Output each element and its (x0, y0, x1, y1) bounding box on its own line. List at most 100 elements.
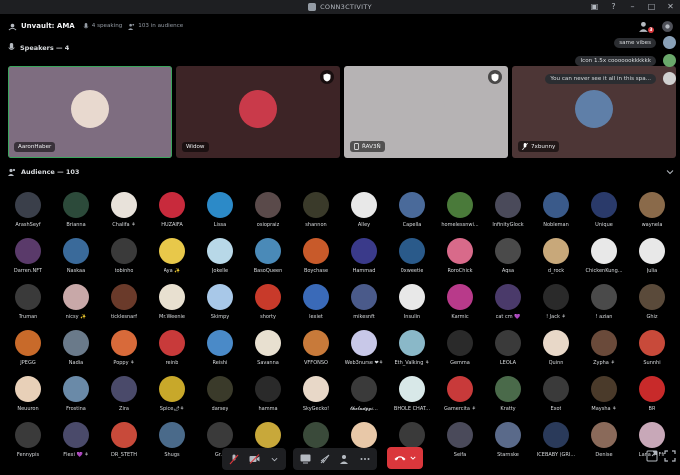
audience-member[interactable]: Naskaa (53, 238, 99, 282)
audience-member[interactable]: Fennypis (5, 422, 51, 466)
audience-member[interactable]: Seifa (437, 422, 483, 466)
fullscreen-icon[interactable] (664, 450, 676, 462)
speaker-tile[interactable]: Widow (176, 66, 340, 158)
audience-member[interactable]: cat cm 💜 (485, 284, 531, 328)
audience-member[interactable]: RoroChick (437, 238, 483, 282)
audience-member[interactable]: lexiet (293, 284, 339, 328)
audience-member[interactable]: Hammad (341, 238, 387, 282)
mic-muted-button[interactable] (228, 453, 240, 465)
audience-member[interactable]: Savanna (245, 330, 291, 374)
audience-member[interactable]: reinb (149, 330, 195, 374)
audience-member[interactable]: homelessnwi... (437, 192, 483, 236)
audience-member[interactable]: Truman (5, 284, 51, 328)
audience-member[interactable]: Web3nurse ❤⚘ (341, 330, 387, 374)
more-options-button[interactable] (359, 453, 371, 465)
audience-member[interactable]: Ghiz (629, 284, 675, 328)
audience-member[interactable]: shannon (293, 192, 339, 236)
audience-member[interactable]: Alley (341, 192, 387, 236)
chat-overlay: same vibes Icon 1.5x cooooookkkkkk You can… (476, 0, 676, 100)
audience-member[interactable]: Quinn (533, 330, 579, 374)
audience-member[interactable]: darsey (197, 376, 243, 420)
audience-member[interactable]: d_rock (533, 238, 579, 282)
audience-member[interactable]: ChickenKung... (581, 238, 627, 282)
audience-member[interactable]: 0xweetie (389, 238, 435, 282)
camera-options-chevron[interactable] (268, 453, 280, 465)
audience-member[interactable]: Nobleman (533, 192, 579, 236)
avatar (407, 89, 445, 128)
audience-member[interactable]: BasoQueen (245, 238, 291, 282)
audience-member[interactable]: Shugs (149, 422, 195, 466)
audience-member[interactable]: Nadia (53, 330, 99, 374)
audience-member[interactable]: nicsy ✨ (53, 284, 99, 328)
audience-member[interactable]: Flexi 💜 ⚘ (53, 422, 99, 466)
audience-member[interactable]: Maysha ⚘ (581, 376, 627, 420)
audience-member[interactable]: Denise (581, 422, 627, 466)
audience-member[interactable]: InfinityGlock (485, 192, 531, 236)
audience-member[interactable]: Aqsa (485, 238, 531, 282)
member-name: Neuuron (17, 406, 39, 412)
activities-button[interactable] (319, 453, 331, 465)
audience-member[interactable]: Sunnhi (629, 330, 675, 374)
audience-member[interactable]: DR_STETH (101, 422, 147, 466)
audience-member[interactable]: Skimpy (197, 284, 243, 328)
audience-member[interactable]: Exot (533, 376, 579, 420)
screen-share-button[interactable] (299, 453, 311, 465)
avatar (255, 238, 281, 264)
chevron-down-icon[interactable] (666, 168, 674, 176)
audience-member[interactable]: Frostina (53, 376, 99, 420)
audience-member[interactable]: Gemma (437, 330, 483, 374)
audience-member[interactable]: Reishi (197, 330, 243, 374)
audience-member[interactable]: Spice🌶⚘ (149, 376, 195, 420)
audience-member[interactable]: hamma (245, 376, 291, 420)
audience-member[interactable]: Zypha ⚘ (581, 330, 627, 374)
audience-member[interactable]: Insulin (389, 284, 435, 328)
audience-member[interactable]: HUZAIFA (149, 192, 195, 236)
audience-member[interactable]: Capella (389, 192, 435, 236)
audience-member[interactable]: mikesnft (341, 284, 387, 328)
audience-member[interactable]: Karmic (437, 284, 483, 328)
audience-member[interactable]: Zira (101, 376, 147, 420)
speaker-tile[interactable]: AaronHaber (8, 66, 172, 158)
audience-member[interactable]: Starnske (485, 422, 531, 466)
audience-member[interactable]: ICEBABY (GRI... (533, 422, 579, 466)
audience-member[interactable]: VFFONSO (293, 330, 339, 374)
audience-member[interactable]: SkyGecko! (293, 376, 339, 420)
audience-member[interactable]: Poppy ⚘ (101, 330, 147, 374)
audience-member[interactable]: ArashSeyf (5, 192, 51, 236)
audience-member[interactable]: Brianna (53, 192, 99, 236)
chat-message: same vibes (614, 38, 656, 48)
audience-member[interactable]: Julia (629, 238, 675, 282)
audience-member[interactable]: Eth_Valking ⚘ (389, 330, 435, 374)
chevron-down-icon (271, 457, 277, 461)
audience-member[interactable]: BHOLE CHAT... (389, 376, 435, 420)
leave-stage-button[interactable] (387, 447, 423, 469)
audience-member[interactable]: Mr.Weenie (149, 284, 195, 328)
avatar (207, 284, 233, 310)
audience-member[interactable]: LEOLA (485, 330, 531, 374)
audience-member[interactable]: tobinho (101, 238, 147, 282)
camera-off-button[interactable] (248, 453, 260, 465)
audience-member[interactable]: osiopraiz (245, 192, 291, 236)
audience-member[interactable]: JPEGG (5, 330, 51, 374)
audience-member[interactable]: Neuuron (5, 376, 51, 420)
audience-member[interactable]: Boychase (293, 238, 339, 282)
audience-member[interactable]: Chalifa ⚘ (101, 192, 147, 236)
member-name: Denise (595, 452, 613, 458)
audience-member[interactable]: ! Jack ⚘ (533, 284, 579, 328)
audience-member[interactable]: waynela (629, 192, 675, 236)
audience-member[interactable]: shorty (245, 284, 291, 328)
audience-member[interactable]: BR (629, 376, 675, 420)
audience-member[interactable]: Darren.NFT (5, 238, 51, 282)
audience-member[interactable]: Kratty (485, 376, 531, 420)
audience-member[interactable]: Lissa (197, 192, 243, 236)
audience-member[interactable]: Aya ✨ (149, 238, 195, 282)
audience-member[interactable]: ! azian (581, 284, 627, 328)
audience-member[interactable]: Unique (581, 192, 627, 236)
audience-member[interactable]: ticklesnarf (101, 284, 147, 328)
audience-member[interactable]: Jokelle (197, 238, 243, 282)
member-name: DR_STETH (110, 452, 138, 458)
audience-member[interactable]: 𝓽𝓱𝓮𝓵𝓪𝓭𝔂𝓰𝓲... (341, 376, 387, 420)
popout-icon[interactable] (646, 450, 658, 462)
audience-member[interactable]: Gamercita ⚘ (437, 376, 483, 420)
moderator-button[interactable] (339, 453, 351, 465)
